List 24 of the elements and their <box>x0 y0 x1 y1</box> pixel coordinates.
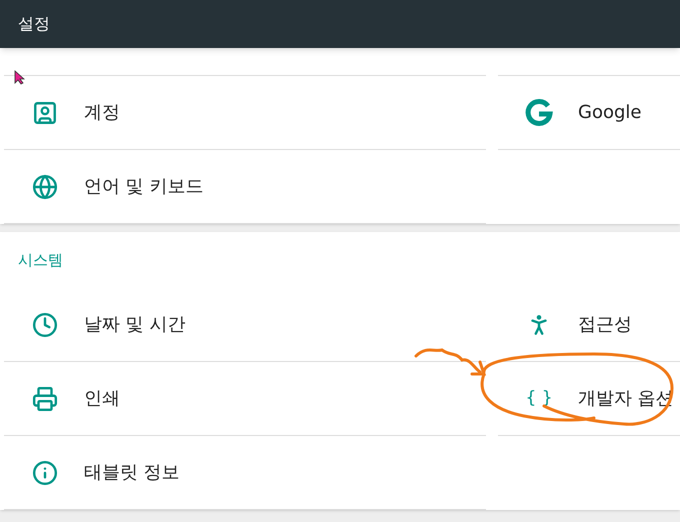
settings-item[interactable]: 접근성 <box>498 288 680 362</box>
item-label: 인쇄 <box>84 387 120 411</box>
item-label: Google <box>578 101 642 125</box>
account-icon <box>32 100 58 126</box>
info-icon <box>32 460 58 486</box>
google-logo-icon <box>524 98 554 128</box>
settings-item[interactable]: 인쇄 <box>4 362 486 436</box>
settings-item[interactable]: Google <box>498 76 680 150</box>
app-bar-title: 설정 <box>18 13 50 35</box>
mouse-pointer-icon <box>14 70 25 85</box>
item-label: 날짜 및 시간 <box>84 313 186 337</box>
settings-item[interactable]: 언어 및 키보드 <box>4 150 486 224</box>
item-label: 태블릿 정보 <box>84 461 180 485</box>
item-label: 계정 <box>84 101 120 125</box>
settings-item[interactable]: 태블릿 정보 <box>4 436 486 510</box>
section-header: 시스템 <box>18 250 63 271</box>
item-label: 언어 및 키보드 <box>84 175 204 199</box>
printer-icon <box>32 386 58 412</box>
clock-icon <box>32 312 58 338</box>
braces-icon: { } <box>525 386 553 412</box>
settings-item[interactable]: 계정 <box>4 76 486 150</box>
globe-icon <box>32 174 58 200</box>
settings-item[interactable]: 날짜 및 시간 <box>4 288 486 362</box>
item-label: 접근성 <box>578 313 632 337</box>
